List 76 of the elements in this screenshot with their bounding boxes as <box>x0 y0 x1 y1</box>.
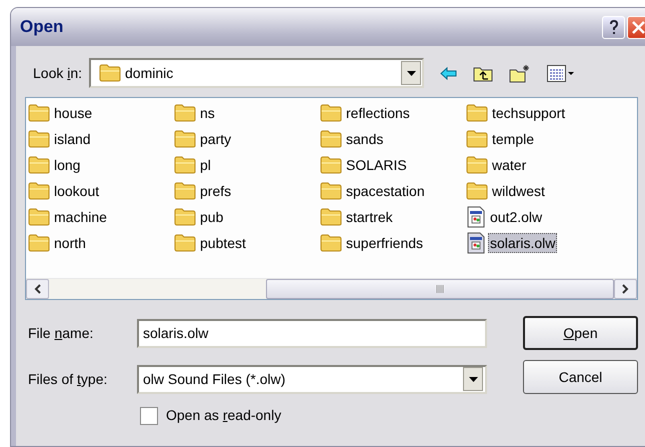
scroll-left-icon[interactable] <box>34 284 41 294</box>
folder-icon <box>174 234 196 252</box>
close-button[interactable] <box>627 16 645 38</box>
file-type-label: Files of type: <box>27 370 108 389</box>
folder-item[interactable]: temple <box>490 129 536 149</box>
folder-item[interactable]: superfriends <box>344 233 426 253</box>
folder-icon <box>174 104 196 122</box>
folder-item[interactable]: party <box>198 129 234 149</box>
folder-icon <box>320 156 342 174</box>
cancel-button[interactable]: Cancel <box>523 360 638 394</box>
folder-icon <box>28 104 50 122</box>
up-folder-icon[interactable] <box>473 64 493 82</box>
folder-item[interactable]: house <box>52 103 94 123</box>
folder-icon <box>466 130 488 148</box>
horizontal-scrollbar[interactable] <box>26 278 637 299</box>
close-icon <box>632 20 645 34</box>
window-title: Open <box>20 16 64 38</box>
folder-icon <box>466 104 488 122</box>
folder-item[interactable]: reflections <box>344 103 412 123</box>
folder-icon <box>28 234 50 252</box>
folder-name: dominic <box>125 64 174 82</box>
dropdown-arrow-icon <box>468 376 478 382</box>
folder-item[interactable]: SOLARIS <box>344 155 409 175</box>
scroll-thumb[interactable] <box>266 279 614 299</box>
folder-icon <box>28 156 50 174</box>
folder-item[interactable]: ns <box>198 103 217 123</box>
folder-item[interactable]: machine <box>52 207 109 227</box>
folder-icon <box>28 208 50 226</box>
folder-icon <box>320 130 342 148</box>
folder-icon <box>28 130 50 148</box>
file-name-field[interactable]: solaris.olw <box>137 318 487 348</box>
folder-item[interactable]: startrek <box>344 207 395 227</box>
document-icon <box>466 232 486 254</box>
file-item[interactable]: out2.olw <box>488 207 544 227</box>
folder-icon <box>320 182 342 200</box>
folder-item[interactable]: pub <box>198 207 226 227</box>
folder-icon <box>174 130 196 148</box>
dropdown-arrow-icon <box>406 70 416 76</box>
read-only-checkbox[interactable] <box>140 406 158 424</box>
folder-icon <box>28 182 50 200</box>
new-folder-icon[interactable] <box>509 64 531 82</box>
folder-item[interactable]: island <box>52 129 93 149</box>
look-in-dropdown[interactable]: dominic <box>89 58 424 88</box>
folder-icon <box>174 208 196 226</box>
folder-item[interactable]: wildwest <box>490 181 547 201</box>
folder-icon <box>466 156 488 174</box>
view-menu-icon[interactable] <box>547 64 575 82</box>
folder-item[interactable]: prefs <box>198 181 234 201</box>
folder-icon <box>320 234 342 252</box>
grip-icon <box>436 285 444 293</box>
help-button[interactable] <box>602 16 625 38</box>
folder-icon <box>174 156 196 174</box>
document-icon <box>466 206 486 228</box>
open-button[interactable]: Open <box>523 316 638 350</box>
folder-icon <box>320 104 342 122</box>
folder-item[interactable]: pubtest <box>198 233 248 253</box>
help-icon <box>608 20 618 34</box>
folder-item[interactable]: spacestation <box>344 181 427 201</box>
back-arrow-icon[interactable] <box>440 66 457 80</box>
folder-item[interactable]: lookout <box>52 181 102 201</box>
folder-item[interactable]: long <box>52 155 82 175</box>
folder-item[interactable]: techsupport <box>490 103 568 123</box>
file-name-label: File name: <box>27 324 94 342</box>
folder-icon <box>466 182 488 200</box>
file-type-dropdown[interactable]: olw Sound Files (*.olw) <box>137 364 487 394</box>
folder-icon <box>99 64 121 82</box>
folder-item[interactable]: pl <box>198 155 213 175</box>
read-only-label[interactable]: Open as read-only <box>166 405 282 426</box>
folder-item[interactable]: sands <box>344 129 386 149</box>
scroll-right-icon[interactable] <box>622 284 629 294</box>
folder-item[interactable]: north <box>52 233 88 253</box>
file-item[interactable]: solaris.olw <box>488 233 558 253</box>
folder-item[interactable]: water <box>490 155 528 175</box>
look-in-label: Look in: <box>32 64 84 82</box>
folder-icon <box>174 182 196 200</box>
folder-icon <box>320 208 342 226</box>
